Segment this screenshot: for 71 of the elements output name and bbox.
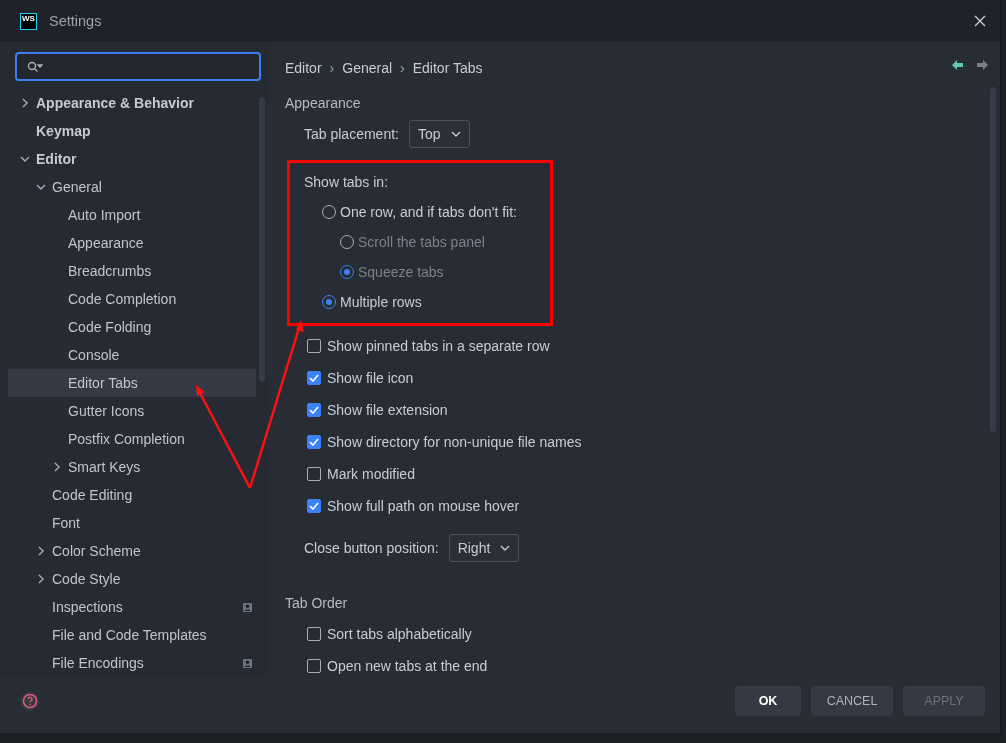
tree-item[interactable]: Console	[8, 341, 256, 369]
checkbox[interactable]	[307, 627, 321, 641]
tree-item[interactable]: Breadcrumbs	[8, 257, 256, 285]
tree-item[interactable]: Postfix Completion	[8, 425, 256, 453]
radio-label: Scroll the tabs panel	[358, 234, 485, 250]
back-arrow-icon[interactable]	[952, 60, 963, 70]
app-logo: WS	[20, 12, 37, 30]
field-label: Tab placement:	[304, 126, 399, 142]
checkbox-label: Show file extension	[327, 402, 448, 418]
chevron-right-icon[interactable]	[36, 546, 46, 556]
tree-item[interactable]: Code Style	[8, 565, 256, 593]
radio-label: Squeeze tabs	[358, 264, 444, 280]
dropdown[interactable]: Top	[408, 120, 470, 148]
field-label: Close button position:	[304, 540, 439, 556]
radio-label: One row, and if tabs don't fit:	[340, 204, 517, 220]
checkbox-label: Sort tabs alphabetically	[327, 626, 472, 642]
checkbox[interactable]	[307, 435, 321, 449]
chevron-down-icon[interactable]	[20, 155, 30, 163]
checkbox-label: Show full path on mouse hover	[327, 498, 520, 514]
window-title: Settings	[49, 13, 103, 29]
tree-item[interactable]: Inspections	[8, 593, 256, 621]
tree-item[interactable]: Keymap	[8, 117, 256, 145]
checkbox-label: Show directory for non-unique file names	[327, 434, 582, 450]
chevron-down-icon	[450, 131, 461, 137]
tree-item[interactable]: Appearance & Behavior	[8, 89, 256, 117]
help-icon[interactable]	[20, 691, 40, 711]
search-icon	[27, 60, 43, 73]
group-label: Show tabs in:	[304, 174, 389, 190]
breadcrumb-separator: ›	[400, 60, 405, 76]
tree-item[interactable]: Code Editing	[8, 481, 256, 509]
tree-item[interactable]: File and Code Templates	[8, 621, 256, 649]
tree-item[interactable]: Editor	[8, 145, 256, 173]
tree-item[interactable]: Color Scheme	[8, 537, 256, 565]
section-title: Tab Order	[285, 594, 349, 613]
chevron-down-icon[interactable]	[36, 183, 46, 191]
tree-item[interactable]: Appearance	[8, 229, 256, 257]
close-icon[interactable]	[974, 15, 986, 27]
checkbox[interactable]	[307, 467, 321, 481]
tree-item[interactable]: Auto Import	[8, 201, 256, 229]
dialog-button[interactable]: CANCEL	[811, 686, 893, 716]
breadcrumb-separator: ›	[329, 60, 335, 76]
chevron-right-icon[interactable]	[36, 574, 46, 584]
tree-item[interactable]: Smart Keys	[8, 453, 256, 481]
checkbox-label: Mark modified	[327, 466, 415, 482]
checkbox-label: Show pinned tabs in a separate row	[327, 338, 550, 354]
forward-arrow-icon[interactable]	[977, 60, 988, 70]
tree-item[interactable]: Code Completion	[8, 285, 256, 313]
tree-item[interactable]: Font	[8, 509, 256, 537]
checkbox-label: Show file icon	[327, 370, 414, 386]
section-title: Appearance	[285, 94, 362, 113]
checkbox[interactable]	[307, 403, 321, 417]
chevron-right-icon[interactable]	[52, 462, 62, 472]
search-field[interactable]	[15, 52, 261, 81]
tree-item[interactable]: File Encodings	[8, 649, 256, 677]
checkbox[interactable]	[307, 371, 321, 385]
chevron-down-icon	[500, 545, 511, 551]
tree-item[interactable]: Editor Tabs	[8, 369, 256, 397]
dialog-button[interactable]: OK	[735, 686, 801, 716]
radio-label: Multiple rows	[340, 294, 422, 310]
checkbox[interactable]	[307, 339, 321, 353]
tree-item[interactable]: Gutter Icons	[8, 397, 256, 425]
checkbox[interactable]	[307, 499, 321, 513]
breadcrumb-item[interactable]: Editor Tabs	[412, 60, 483, 76]
dropdown[interactable]: Right	[448, 534, 520, 562]
checkbox[interactable]	[307, 659, 321, 673]
tree-item[interactable]: Code Folding	[8, 313, 256, 341]
breadcrumb-item[interactable]: Editor	[285, 60, 322, 76]
breadcrumb-item[interactable]: General	[342, 60, 393, 76]
chevron-right-icon[interactable]	[20, 98, 30, 108]
checkbox-label: Open new tabs at the end	[327, 658, 488, 674]
tree-item[interactable]: General	[8, 173, 256, 201]
